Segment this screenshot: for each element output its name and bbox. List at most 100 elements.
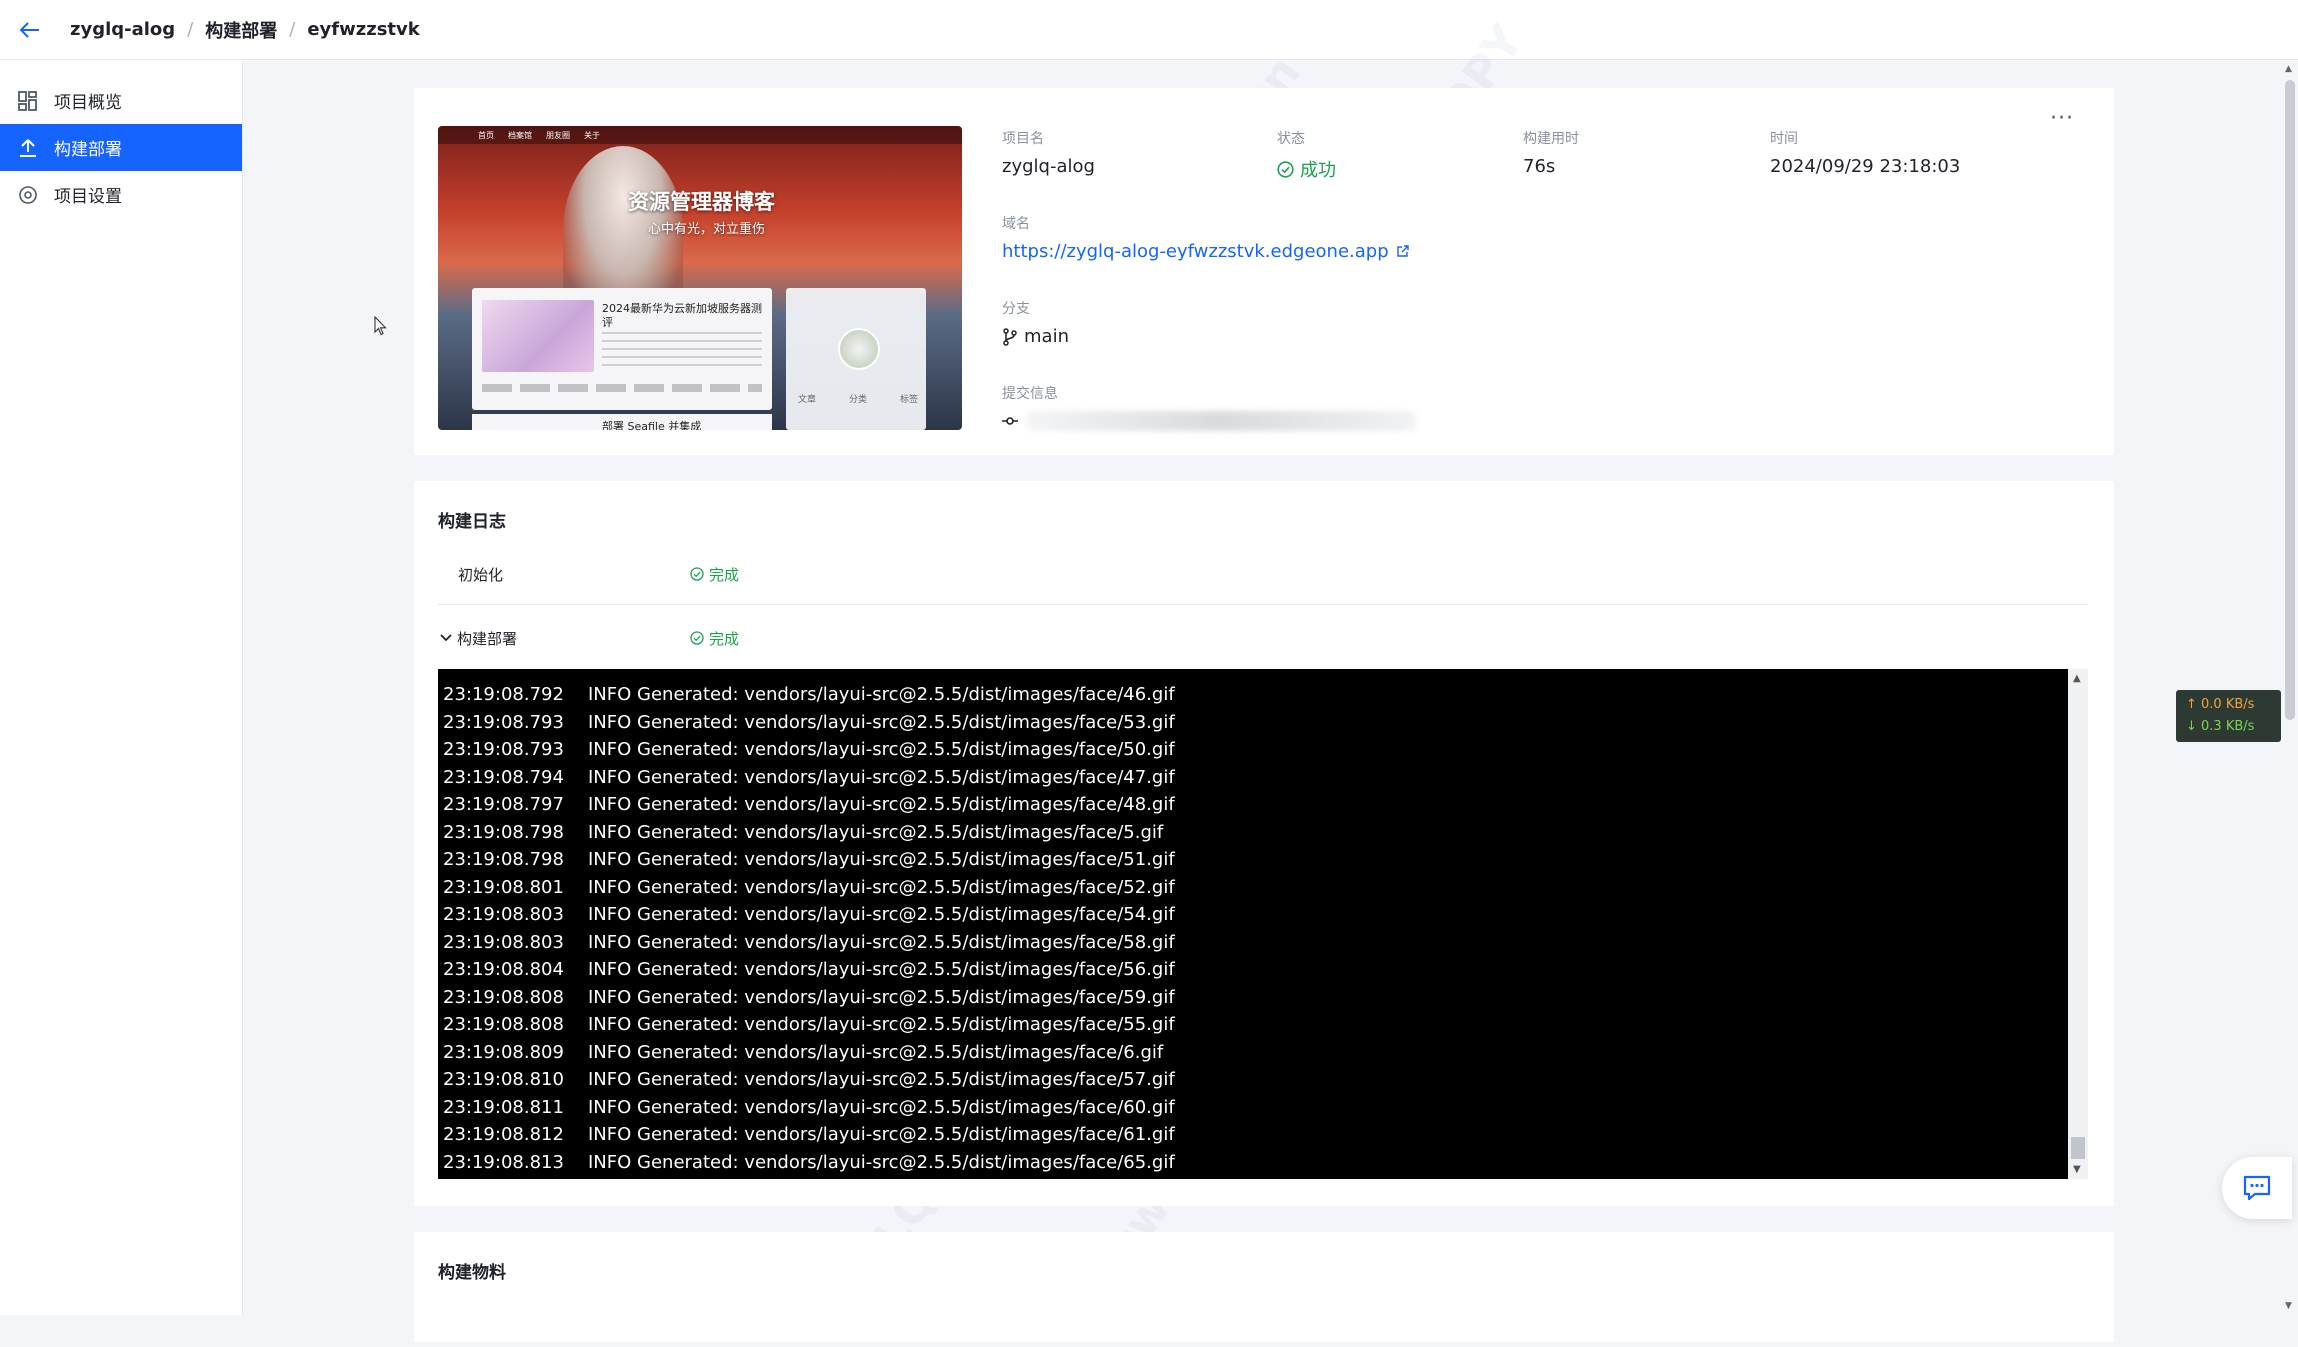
check-circle-icon	[690, 567, 704, 581]
preview-post-card: 部署 Seafile 并集成	[472, 414, 772, 430]
chat-support-button[interactable]	[2222, 1157, 2292, 1219]
log-line-message: INFO Generated: vendors/layui-src@2.5.5/…	[588, 711, 1175, 733]
settings-icon	[18, 185, 38, 205]
sidebar-item-overview[interactable]: 项目概览	[0, 77, 242, 124]
log-line: 23:19:08.793 INFO Generated: vendors/layu…	[438, 709, 2068, 737]
commit-field: 提交信息	[1002, 383, 1416, 431]
time-value: 2024/09/29 23:18:03	[1770, 156, 1961, 177]
external-link-icon[interactable]	[1396, 245, 1409, 258]
log-line-message: INFO Generated: vendors/layui-src@2.5.5/…	[588, 904, 1175, 925]
log-line: 23:19:08.794 INFO Generated: vendors/layu…	[438, 764, 2068, 792]
sidebar: 项目概览 构建部署 项目设置	[0, 60, 243, 1315]
build-time-value: 76s	[1523, 156, 1556, 177]
scroll-down-icon[interactable]: ▼	[2073, 1164, 2081, 1175]
log-line: 23:19:08.812 INFO Generated: vendors/layu…	[438, 1121, 2068, 1149]
chevron-down-icon[interactable]	[440, 634, 452, 642]
sidebar-item-settings[interactable]: 项目设置	[0, 171, 242, 218]
log-line: 23:19:08.803 INFO Generated: vendors/layu…	[438, 901, 2068, 929]
scrollbar-thumb[interactable]	[2071, 1137, 2085, 1159]
mouse-cursor-icon	[374, 315, 388, 340]
preview-post-title: 2024最新华为云新加坡服务器测评	[602, 302, 762, 329]
log-line-message: INFO Generated: vendors/layui-src@2.5.5/…	[588, 821, 1164, 843]
check-circle-icon	[690, 631, 704, 645]
top-bar: zyglq-alog / 构建部署 / eyfwzzstvk	[0, 0, 2298, 60]
status-value: 成功	[1277, 156, 1336, 182]
log-line-message: INFO Generated: vendors/layui-src@2.5.5/…	[588, 739, 1175, 760]
row-divider	[438, 604, 2088, 605]
sidebar-item-label: 项目概览	[54, 93, 122, 113]
scrollbar-thumb[interactable]	[2285, 80, 2295, 720]
status-field: 状态 成功	[1277, 128, 1336, 182]
sidebar-item-deploy[interactable]: 构建部署	[0, 124, 242, 171]
domain-link[interactable]: https://zyglq-alog-eyfwzzstvk.edgeone.ap…	[1002, 241, 1389, 262]
log-terminal[interactable]: 23:19:08.792 INFO Generated: vendors/layu…	[438, 669, 2068, 1179]
download-speed: ↓ 0.3 KB/s	[2186, 719, 2255, 734]
breadcrumb-project[interactable]: zyglq-alog	[70, 19, 175, 40]
project-name-field: 项目名 zyglq-alog	[1002, 128, 1095, 177]
log-line-message: INFO Generated: vendors/layui-src@2.5.5/…	[588, 684, 1175, 705]
preview-title: 资源管理器博客	[628, 190, 775, 214]
status-text: 成功	[1300, 160, 1336, 181]
log-line-message: INFO Generated: vendors/layui-src@2.5.5/…	[588, 794, 1175, 815]
deploy-icon	[18, 138, 38, 158]
preview-nav-item: 档案馆	[508, 130, 532, 140]
time-field: 时间 2024/09/29 23:18:03	[1770, 128, 1960, 177]
page-scrollbar[interactable]: ▲ ▼	[2282, 60, 2298, 1315]
log-step-row[interactable]: 构建部署 完成	[438, 609, 2088, 667]
time-label: 时间	[1770, 131, 1798, 147]
log-line-time: 23:19:08.811	[443, 1096, 564, 1118]
more-options-icon[interactable]: ···	[2050, 106, 2074, 131]
commit-message-redacted	[1026, 411, 1416, 431]
build-artifacts-card: 构建物料	[414, 1232, 2114, 1342]
log-line-message: INFO Generated: vendors/layui-src@2.5.5/…	[588, 959, 1175, 980]
preview-post-thumbnail	[482, 300, 594, 372]
dashboard-icon	[18, 90, 38, 111]
sidebar-item-label: 项目设置	[54, 187, 122, 207]
project-name-value: zyglq-alog	[1002, 156, 1095, 177]
log-line-message: INFO Generated: vendors/layui-src@2.5.5/…	[588, 1041, 1164, 1063]
back-arrow-icon[interactable]	[18, 18, 42, 42]
terminal-scrollbar[interactable]: ▲ ▼	[2068, 669, 2088, 1179]
site-preview-thumbnail[interactable]: 首页 档案馆 朋友圈 关于 资源管理器博客 心中有光，对立重伤 2024最新华为…	[438, 126, 962, 430]
scroll-up-icon[interactable]: ▲	[2285, 64, 2292, 74]
log-line-message: INFO Generated: vendors/layui-src@2.5.5/…	[588, 849, 1175, 870]
log-line-time: 23:19:08.798	[443, 821, 564, 843]
scroll-down-icon[interactable]: ▼	[2285, 1301, 2292, 1311]
upload-speed: ↑ 0.0 KB/s	[2186, 697, 2255, 712]
check-circle-icon	[1277, 160, 1294, 178]
log-line: 23:19:08.798 INFO Generated: vendors/layu…	[438, 846, 2068, 874]
log-step-status-text: 完成	[709, 565, 740, 584]
preview-post-excerpt	[602, 332, 762, 372]
breadcrumb-deploy[interactable]: 构建部署	[205, 17, 277, 43]
commit-label: 提交信息	[1002, 386, 1058, 402]
preview-stats: 文章 分类 标签	[798, 392, 918, 405]
log-step-row[interactable]: 初始化 完成	[438, 545, 2088, 603]
log-line-time: 23:19:08.794	[443, 766, 564, 788]
breadcrumb-current: eyfwzzstvk	[307, 19, 420, 40]
log-line: 23:19:08.793 INFO Generated: vendors/layu…	[438, 736, 2068, 764]
project-name-label: 项目名	[1002, 131, 1044, 147]
branch-value: main	[1002, 326, 1069, 347]
domain-value: https://zyglq-alog-eyfwzzstvk.edgeone.ap…	[1002, 241, 1409, 262]
log-line-message: INFO Generated: vendors/layui-src@2.5.5/…	[588, 1151, 1175, 1173]
log-line: 23:19:08.797 INFO Generated: vendors/layu…	[438, 791, 2068, 819]
git-commit-icon	[1002, 416, 1018, 426]
log-line-message: INFO Generated: vendors/layui-src@2.5.5/…	[588, 876, 1175, 898]
breadcrumb: zyglq-alog / 构建部署 / eyfwzzstvk	[70, 17, 420, 43]
log-line-time: 23:19:08.809	[443, 1041, 564, 1063]
log-line: 23:19:08.809 INFO Generated: vendors/layu…	[438, 1039, 2068, 1067]
log-lines: 23:19:08.792 INFO Generated: vendors/layu…	[438, 681, 2068, 1176]
preview-post-title: 部署 Seafile 并集成	[602, 420, 702, 430]
log-line-message: INFO Generated: vendors/layui-src@2.5.5/…	[588, 1096, 1175, 1118]
log-line: 23:19:08.801 INFO Generated: vendors/layu…	[438, 874, 2068, 902]
log-line-time: 23:19:08.810	[443, 1069, 564, 1090]
branch-label: 分支	[1002, 301, 1030, 317]
preview-post-meta	[482, 384, 762, 392]
log-line: 23:19:08.804 INFO Generated: vendors/layu…	[438, 956, 2068, 984]
preview-nav-item: 关于	[584, 130, 600, 140]
scroll-up-icon[interactable]: ▲	[2073, 673, 2081, 684]
log-line-time: 23:19:08.812	[443, 1124, 564, 1145]
domain-field: 域名 https://zyglq-alog-eyfwzzstvk.edgeone…	[1002, 213, 1409, 262]
log-line: 23:19:08.808 INFO Generated: vendors/layu…	[438, 984, 2068, 1012]
sidebar-item-label: 构建部署	[54, 140, 122, 160]
